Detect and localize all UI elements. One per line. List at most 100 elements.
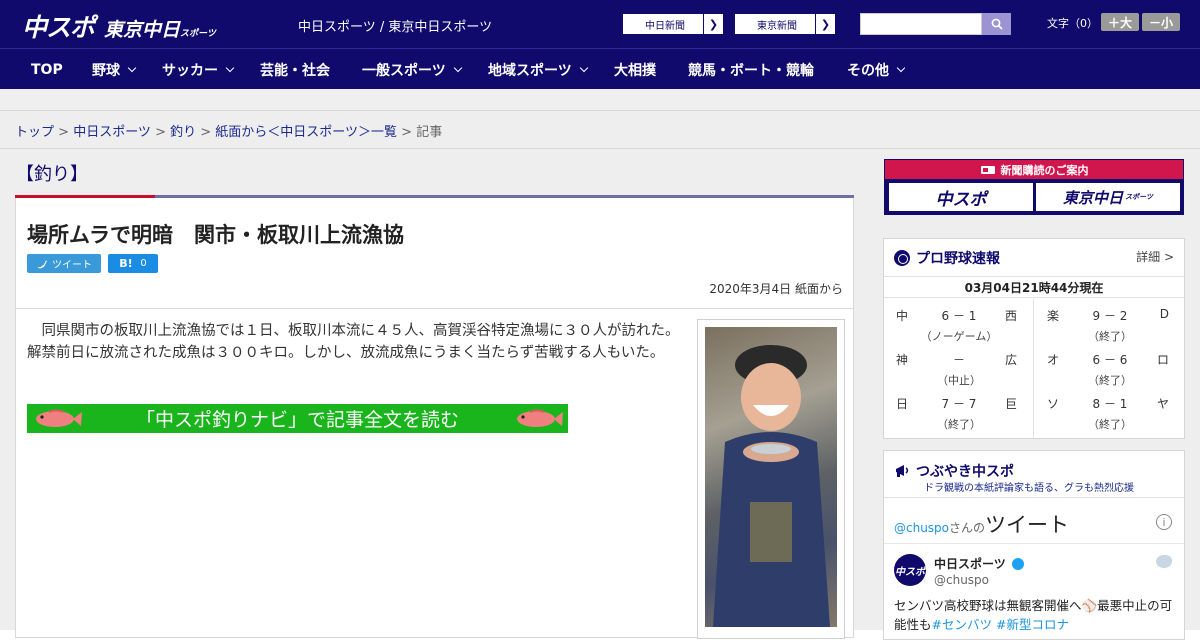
tweet-account-id[interactable]: @chuspo bbox=[934, 573, 989, 587]
nav-item-label: 一般スポーツ bbox=[362, 62, 446, 79]
game-row[interactable]: 楽 9 － 2 D （終了） bbox=[1035, 299, 1185, 343]
nav-item-top[interactable]: TOP bbox=[31, 49, 63, 90]
nav-item-sumo[interactable]: 大相撲 bbox=[614, 49, 656, 90]
baseball-icon bbox=[894, 250, 910, 266]
search-icon bbox=[991, 18, 1003, 30]
hatena-bookmark-button[interactable]: B! 0 bbox=[108, 254, 158, 273]
chunichi-shimbun-link[interactable]: 中日新聞 ❯ bbox=[622, 13, 724, 35]
ad-band bbox=[0, 89, 1200, 111]
article-category: 【釣り】 bbox=[16, 164, 88, 185]
nav-item-local-sports[interactable]: 地域スポーツ bbox=[488, 49, 588, 90]
font-smaller-button[interactable]: －小 bbox=[1142, 13, 1180, 31]
tokyo-chunichi-logo-text: 東京中日 bbox=[1063, 188, 1124, 207]
article-photo bbox=[705, 327, 837, 627]
tweet-text-part: センバツ高校野球は無観客開催へ bbox=[894, 598, 1082, 613]
tokyo-shimbun-link[interactable]: 東京新聞 ❯ bbox=[734, 13, 836, 35]
breadcrumb-separator: > bbox=[150, 125, 171, 140]
article-photo-frame[interactable] bbox=[697, 319, 845, 639]
read-full-article-label: 「中スポ釣りナビ」で記事全文を読む bbox=[135, 409, 459, 431]
nav-item-label: 大相撲 bbox=[614, 62, 656, 79]
twitter-handle-link[interactable]: @chuspo bbox=[894, 521, 949, 535]
nav-item-entertainment[interactable]: 芸能・社会 bbox=[260, 49, 330, 90]
twitter-box: つぶやき中スポ ドラ観戦の本紙評論家も語る、グラも熱烈応援 @chuspoさんの… bbox=[883, 450, 1185, 640]
game-status: （終了） bbox=[1088, 330, 1132, 343]
baseball-detail-link[interactable]: 詳細 > bbox=[1136, 248, 1174, 265]
verified-badge-icon bbox=[1011, 557, 1024, 570]
logo-chuspo: 中スポ bbox=[22, 14, 95, 42]
sea-bream-icon bbox=[36, 409, 82, 427]
away-team: ヤ bbox=[1156, 397, 1169, 411]
read-full-article-link[interactable]: 「中スポ釣りナビ」で記事全文を読む bbox=[27, 404, 568, 433]
game-status: （中止） bbox=[937, 374, 981, 387]
nav-item-general-sports[interactable]: 一般スポーツ bbox=[362, 49, 462, 90]
breadcrumb-bar: トップ > 中日スポーツ > 釣り > 紙面から＜中日スポーツ＞一覧 > 記事 bbox=[0, 111, 1200, 149]
chevron-down-icon bbox=[896, 63, 906, 72]
away-team: 巨 bbox=[1004, 397, 1017, 411]
nav-item-label: 競馬・ボート・競輪 bbox=[688, 62, 814, 79]
search-button[interactable] bbox=[982, 13, 1011, 35]
twitter-bird-icon[interactable] bbox=[1156, 555, 1172, 568]
nav-item-racing[interactable]: 競馬・ボート・競輪 bbox=[688, 49, 814, 90]
newspaper-icon bbox=[980, 165, 995, 174]
breadcrumb-separator: > bbox=[54, 125, 74, 140]
nav-item-label: 野球 bbox=[92, 62, 120, 79]
score-timestamp: 03月04日21時44分現在 bbox=[884, 276, 1184, 298]
game-status: （ノーゲーム） bbox=[920, 330, 998, 343]
tweet-account-name[interactable]: 中日スポーツ bbox=[934, 555, 1024, 572]
chevron-down-icon bbox=[453, 63, 462, 72]
twitter-box-subtitle: ドラ観戦の本紙評論家も語る、グラも熱烈応援 bbox=[924, 483, 1134, 494]
paper-link-label: 東京新聞 bbox=[757, 20, 797, 32]
twitter-widget-title: ツイート bbox=[985, 513, 1070, 537]
game-row[interactable]: 神 － 広 （中止） bbox=[884, 343, 1033, 387]
tweet-text: センバツ高校野球は無観客開催へ⚾最悪中止の可能性も#センバツ #新型コロナ bbox=[894, 596, 1178, 634]
subscription-banner[interactable]: 新聞購読のご案内 中スポ 東京中日 スポーツ bbox=[884, 159, 1184, 215]
breadcrumb-current: 記事 bbox=[416, 125, 443, 140]
avatar[interactable]: 中スポ bbox=[894, 554, 926, 586]
subscription-title-bar: 新聞購読のご案内 bbox=[885, 160, 1183, 179]
font-bigger-button[interactable]: ＋大 bbox=[1101, 13, 1139, 31]
baseball-title-text: プロ野球速報 bbox=[916, 251, 1000, 267]
tokyo-chunichi-subscribe-logo[interactable]: 東京中日 スポーツ bbox=[1036, 183, 1180, 211]
game-row[interactable]: 日 7 － 7 巨 （終了） bbox=[884, 387, 1033, 431]
info-icon[interactable]: i bbox=[1156, 514, 1172, 530]
breadcrumb-link-chunichi-sports[interactable]: 中日スポーツ bbox=[73, 125, 151, 140]
search-input[interactable] bbox=[860, 13, 982, 35]
site-logo[interactable]: 中スポ 東京中日スポーツ bbox=[22, 8, 216, 44]
baseball-title: プロ野球速報 bbox=[894, 248, 1000, 268]
breadcrumb-link-paper-list[interactable]: 紙面から＜中日スポーツ＞一覧 bbox=[215, 125, 397, 140]
paper-link-label: 中日新聞 bbox=[645, 20, 685, 32]
nav-item-label: TOP bbox=[31, 61, 63, 78]
twitter-box-title: つぶやき中スポ bbox=[894, 461, 1014, 481]
breadcrumb-link-fishing[interactable]: 釣り bbox=[170, 125, 196, 140]
away-team: D bbox=[1159, 307, 1169, 321]
twitter-box-title-text: つぶやき中スポ bbox=[916, 464, 1014, 480]
nav-item-label: その他 bbox=[847, 62, 889, 79]
nav-item-baseball[interactable]: 野球 bbox=[92, 49, 137, 90]
nav-item-soccer[interactable]: サッカー bbox=[162, 49, 235, 90]
twitter-widget-header: @chuspoさんのツイート bbox=[894, 509, 1069, 539]
site-name: 中日スポーツ / 東京中日スポーツ bbox=[298, 20, 493, 35]
game-row[interactable]: 中 6 － 1 西 （ノーゲーム） bbox=[884, 299, 1033, 343]
away-team: 広 bbox=[1004, 353, 1017, 367]
scores-right-column: 楽 9 － 2 D （終了） オ 6 － 6 ロ （終了） ソ 8 － 1 ヤ … bbox=[1035, 299, 1185, 438]
article-divider bbox=[16, 308, 853, 309]
game-status: （終了） bbox=[1088, 374, 1132, 387]
article-panel: 場所ムラで明暗 関市・板取川上流漁協 ツイート B! 0 2020年3月4日 紙… bbox=[15, 198, 854, 639]
divider bbox=[884, 543, 1184, 544]
chevron-right-icon: ❯ bbox=[703, 14, 723, 34]
breadcrumb-link-top[interactable]: トップ bbox=[15, 125, 54, 140]
baseball-emoji-icon: ⚾ bbox=[1081, 598, 1098, 613]
game-row[interactable]: オ 6 － 6 ロ （終了） bbox=[1035, 343, 1185, 387]
nav-item-other[interactable]: その他 bbox=[847, 49, 906, 90]
away-team: 西 bbox=[1004, 309, 1017, 323]
account-name-text: 中日スポーツ bbox=[934, 557, 1006, 571]
chuspo-subscribe-logo[interactable]: 中スポ bbox=[889, 183, 1033, 211]
tweet-button[interactable]: ツイート bbox=[27, 254, 101, 273]
game-row[interactable]: ソ 8 － 1 ヤ （終了） bbox=[1035, 387, 1185, 431]
hatena-icon: B! bbox=[119, 257, 133, 270]
hatena-count: 0 bbox=[140, 258, 147, 269]
main-nav: TOP 野球 サッカー 芸能・社会 一般スポーツ 地域スポーツ 大相撲 競馬・ボ… bbox=[0, 48, 1200, 89]
sea-bream-icon bbox=[516, 409, 563, 427]
divider bbox=[884, 497, 1184, 498]
font-size-label: 文字（0） bbox=[1047, 17, 1098, 30]
